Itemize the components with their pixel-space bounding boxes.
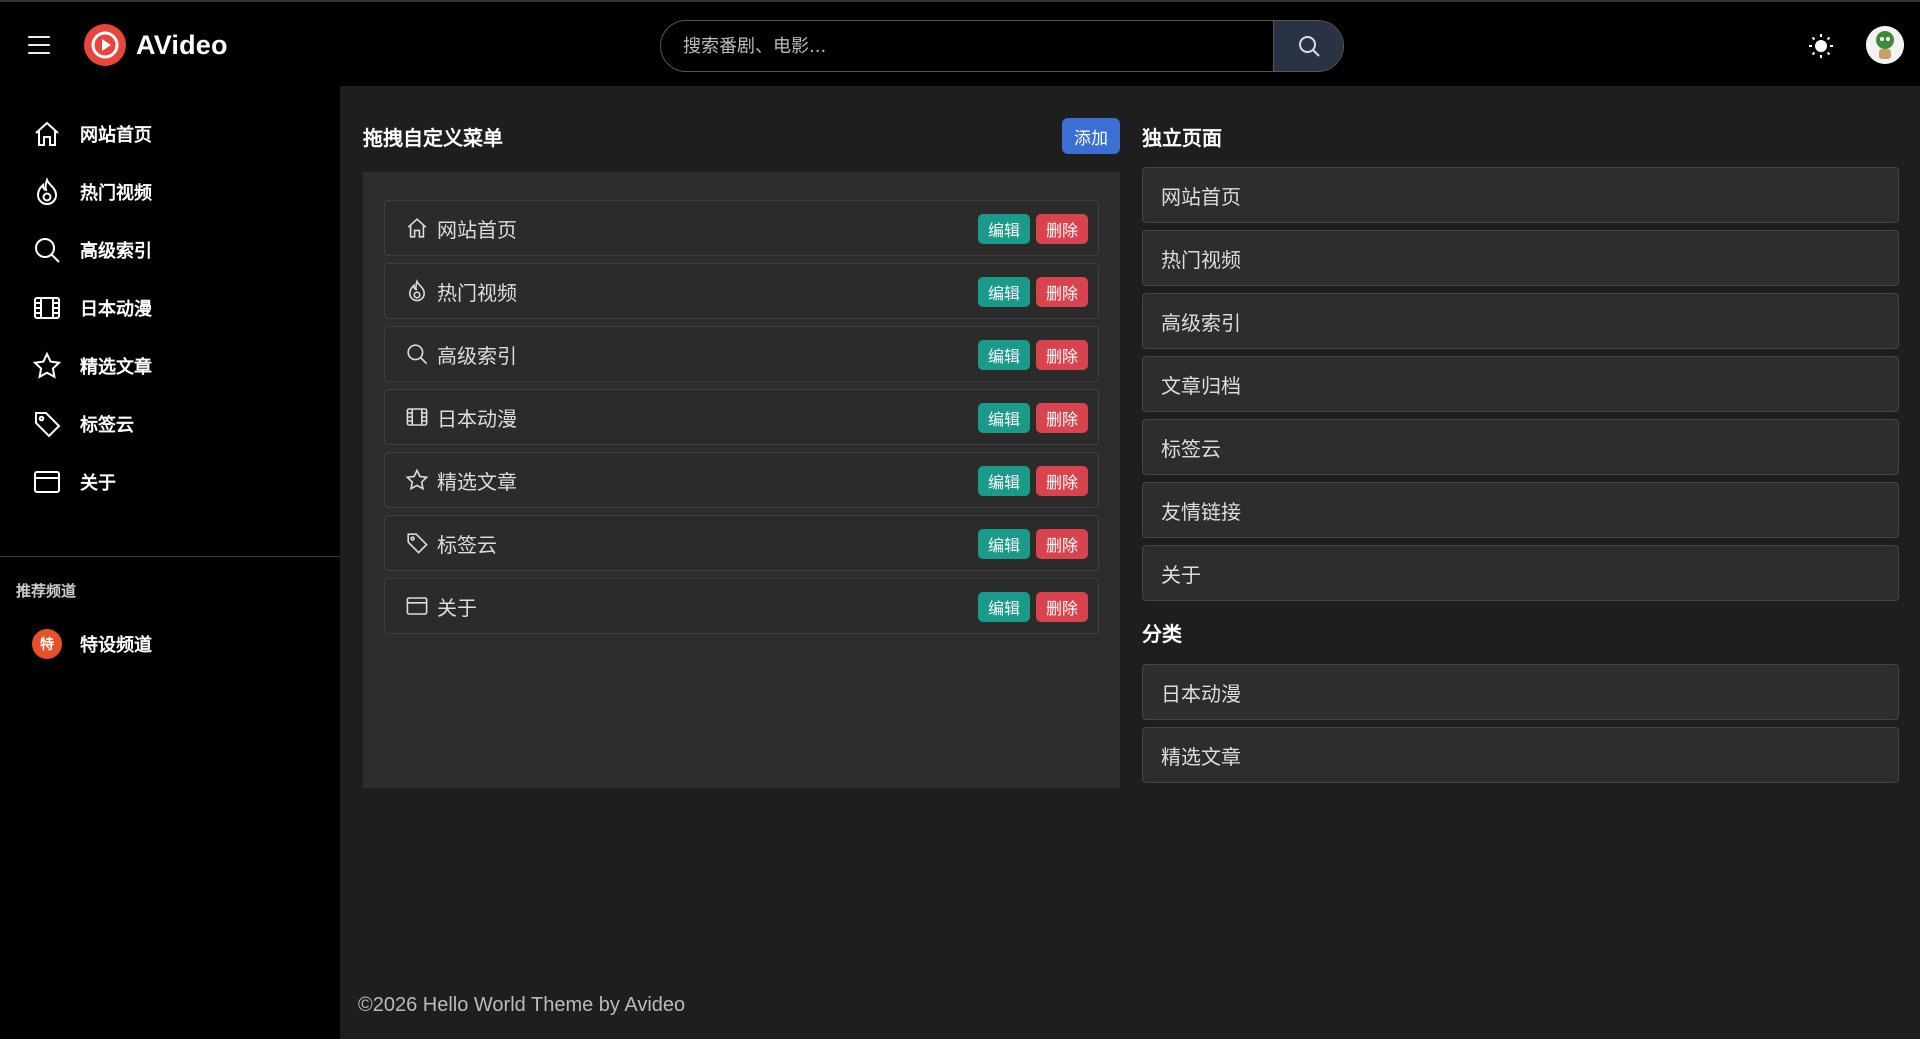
menu-item-search[interactable]: 高级索引 编辑 删除 <box>384 326 1099 382</box>
film-icon <box>34 297 60 319</box>
main-content: 拖拽自定义菜单 添加 网站首页 编辑 删除 热门视频 编辑 删除 高级索引 编辑… <box>340 86 1920 1039</box>
categories-panel-title: 分类 <box>1142 622 1182 646</box>
search-icon <box>1298 36 1320 57</box>
menu-item-anime[interactable]: 日本动漫 编辑 删除 <box>384 389 1099 445</box>
pages-panel-title: 独立页面 <box>1142 126 1222 150</box>
sidebar-item-tags[interactable]: 标签云 <box>0 398 340 450</box>
sidebar-item-label: 精选文章 <box>80 357 152 378</box>
delete-button[interactable]: 删除 <box>1035 403 1088 433</box>
home-icon <box>407 218 427 238</box>
top-header: AVideo <box>0 0 1920 86</box>
edit-button[interactable]: 编辑 <box>977 466 1030 496</box>
sidebar-item-label: 关于 <box>80 473 116 494</box>
tag-icon <box>35 412 61 438</box>
section-label: 推荐频道 <box>16 582 77 600</box>
logo-text: AVideo <box>136 29 228 60</box>
category-item[interactable]: 精选文章 <box>1142 727 1899 783</box>
delete-button[interactable]: 删除 <box>1035 592 1088 622</box>
delete-button[interactable]: 删除 <box>1035 277 1088 307</box>
menu-item-label: 日本动漫 <box>437 406 517 431</box>
sidebar-item-about[interactable]: 关于 <box>0 456 340 508</box>
delete-button[interactable]: 删除 <box>1035 529 1088 559</box>
menu-actions: 编辑 删除 <box>977 466 1088 496</box>
sidebar-item-home[interactable]: 网站首页 <box>0 108 340 160</box>
menu-item-about[interactable]: 关于 编辑 删除 <box>384 578 1099 634</box>
menu-actions: 编辑 删除 <box>977 214 1088 244</box>
menu-item-label: 高级索引 <box>437 343 517 368</box>
delete-button[interactable]: 删除 <box>1035 340 1088 370</box>
menu-item-label: 关于 <box>437 595 477 620</box>
menu-sortable-list: 网站首页 编辑 删除 热门视频 编辑 删除 高级索引 编辑 删除 日本动漫 编辑… <box>363 172 1120 788</box>
menu-item-label: 标签云 <box>437 532 497 557</box>
search-icon <box>407 344 428 365</box>
play-logo-icon <box>84 24 126 66</box>
home-icon <box>35 121 59 146</box>
window-icon <box>34 471 60 493</box>
sidebar-item-label: 标签云 <box>80 415 134 436</box>
page-item[interactable]: 热门视频 <box>1142 230 1899 286</box>
film-icon <box>406 408 428 426</box>
tag-icon <box>407 533 428 554</box>
sidebar-divider <box>0 556 340 557</box>
channel-label: 特设频道 <box>80 635 152 656</box>
sidebar-item-channel[interactable]: 特 特设频道 <box>0 618 340 670</box>
edit-button[interactable]: 编辑 <box>977 592 1030 622</box>
delete-button[interactable]: 删除 <box>1035 214 1088 244</box>
page-item[interactable]: 文章归档 <box>1142 356 1899 412</box>
avatar-icon <box>1866 26 1904 64</box>
menu-actions: 编辑 删除 <box>977 529 1088 559</box>
star-icon <box>405 468 429 491</box>
menu-item-label: 热门视频 <box>437 280 517 305</box>
menu-actions: 编辑 删除 <box>977 403 1088 433</box>
page-item[interactable]: 高级索引 <box>1142 293 1899 349</box>
edit-button[interactable]: 编辑 <box>977 214 1030 244</box>
sidebar-item-label: 高级索引 <box>80 241 152 262</box>
menu-toggle-icon[interactable] <box>28 36 50 54</box>
footer-copyright: ©2026 Hello World Theme by Avideo <box>358 994 686 1016</box>
category-item[interactable]: 日本动漫 <box>1142 664 1899 720</box>
edit-button[interactable]: 编辑 <box>977 529 1030 559</box>
fire-icon <box>408 279 426 302</box>
menu-item-home[interactable]: 网站首页 编辑 删除 <box>384 200 1099 256</box>
sidebar-item-label: 网站首页 <box>80 125 152 146</box>
page-item[interactable]: 网站首页 <box>1142 167 1899 223</box>
search-bar <box>660 20 1344 72</box>
edit-button[interactable]: 编辑 <box>977 277 1030 307</box>
menu-panel-title: 拖拽自定义菜单 <box>363 126 503 150</box>
window-icon <box>406 597 428 615</box>
star-icon <box>32 351 62 379</box>
search-icon <box>35 238 60 263</box>
sidebar-item-label: 日本动漫 <box>80 299 152 320</box>
page-item[interactable]: 关于 <box>1142 545 1899 601</box>
search-button[interactable] <box>1273 21 1343 71</box>
add-button[interactable]: 添加 <box>1062 118 1120 154</box>
user-avatar[interactable] <box>1866 26 1904 64</box>
menu-actions: 编辑 删除 <box>977 592 1088 622</box>
menu-actions: 编辑 删除 <box>977 277 1088 307</box>
search-input[interactable] <box>661 21 1273 71</box>
sidebar-item-label: 热门视频 <box>80 183 152 204</box>
page-item[interactable]: 标签云 <box>1142 419 1899 475</box>
sidebar-item-anime[interactable]: 日本动漫 <box>0 282 340 334</box>
page-item[interactable]: 友情链接 <box>1142 482 1899 538</box>
edit-button[interactable]: 编辑 <box>977 340 1030 370</box>
sidebar-item-search[interactable]: 高级索引 <box>0 224 340 276</box>
menu-item-label: 精选文章 <box>437 469 517 494</box>
sun-icon[interactable] <box>1808 33 1834 59</box>
menu-item-articles[interactable]: 精选文章 编辑 删除 <box>384 452 1099 508</box>
menu-item-tags[interactable]: 标签云 编辑 删除 <box>384 515 1099 571</box>
edit-button[interactable]: 编辑 <box>977 403 1030 433</box>
menu-item-label: 网站首页 <box>437 217 517 242</box>
fire-icon <box>36 177 58 205</box>
sidebar-item-hot[interactable]: 热门视频 <box>0 166 340 218</box>
delete-button[interactable]: 删除 <box>1035 466 1088 496</box>
logo[interactable]: AVideo <box>84 24 228 66</box>
channel-badge: 特 <box>32 629 62 659</box>
menu-actions: 编辑 删除 <box>977 340 1088 370</box>
menu-item-hot[interactable]: 热门视频 编辑 删除 <box>384 263 1099 319</box>
sidebar-item-articles[interactable]: 精选文章 <box>0 340 340 392</box>
sidebar: 网站首页 热门视频 高级索引 日本动漫 精选文章 标签云 关于 推荐频道 特 特… <box>0 86 340 1039</box>
